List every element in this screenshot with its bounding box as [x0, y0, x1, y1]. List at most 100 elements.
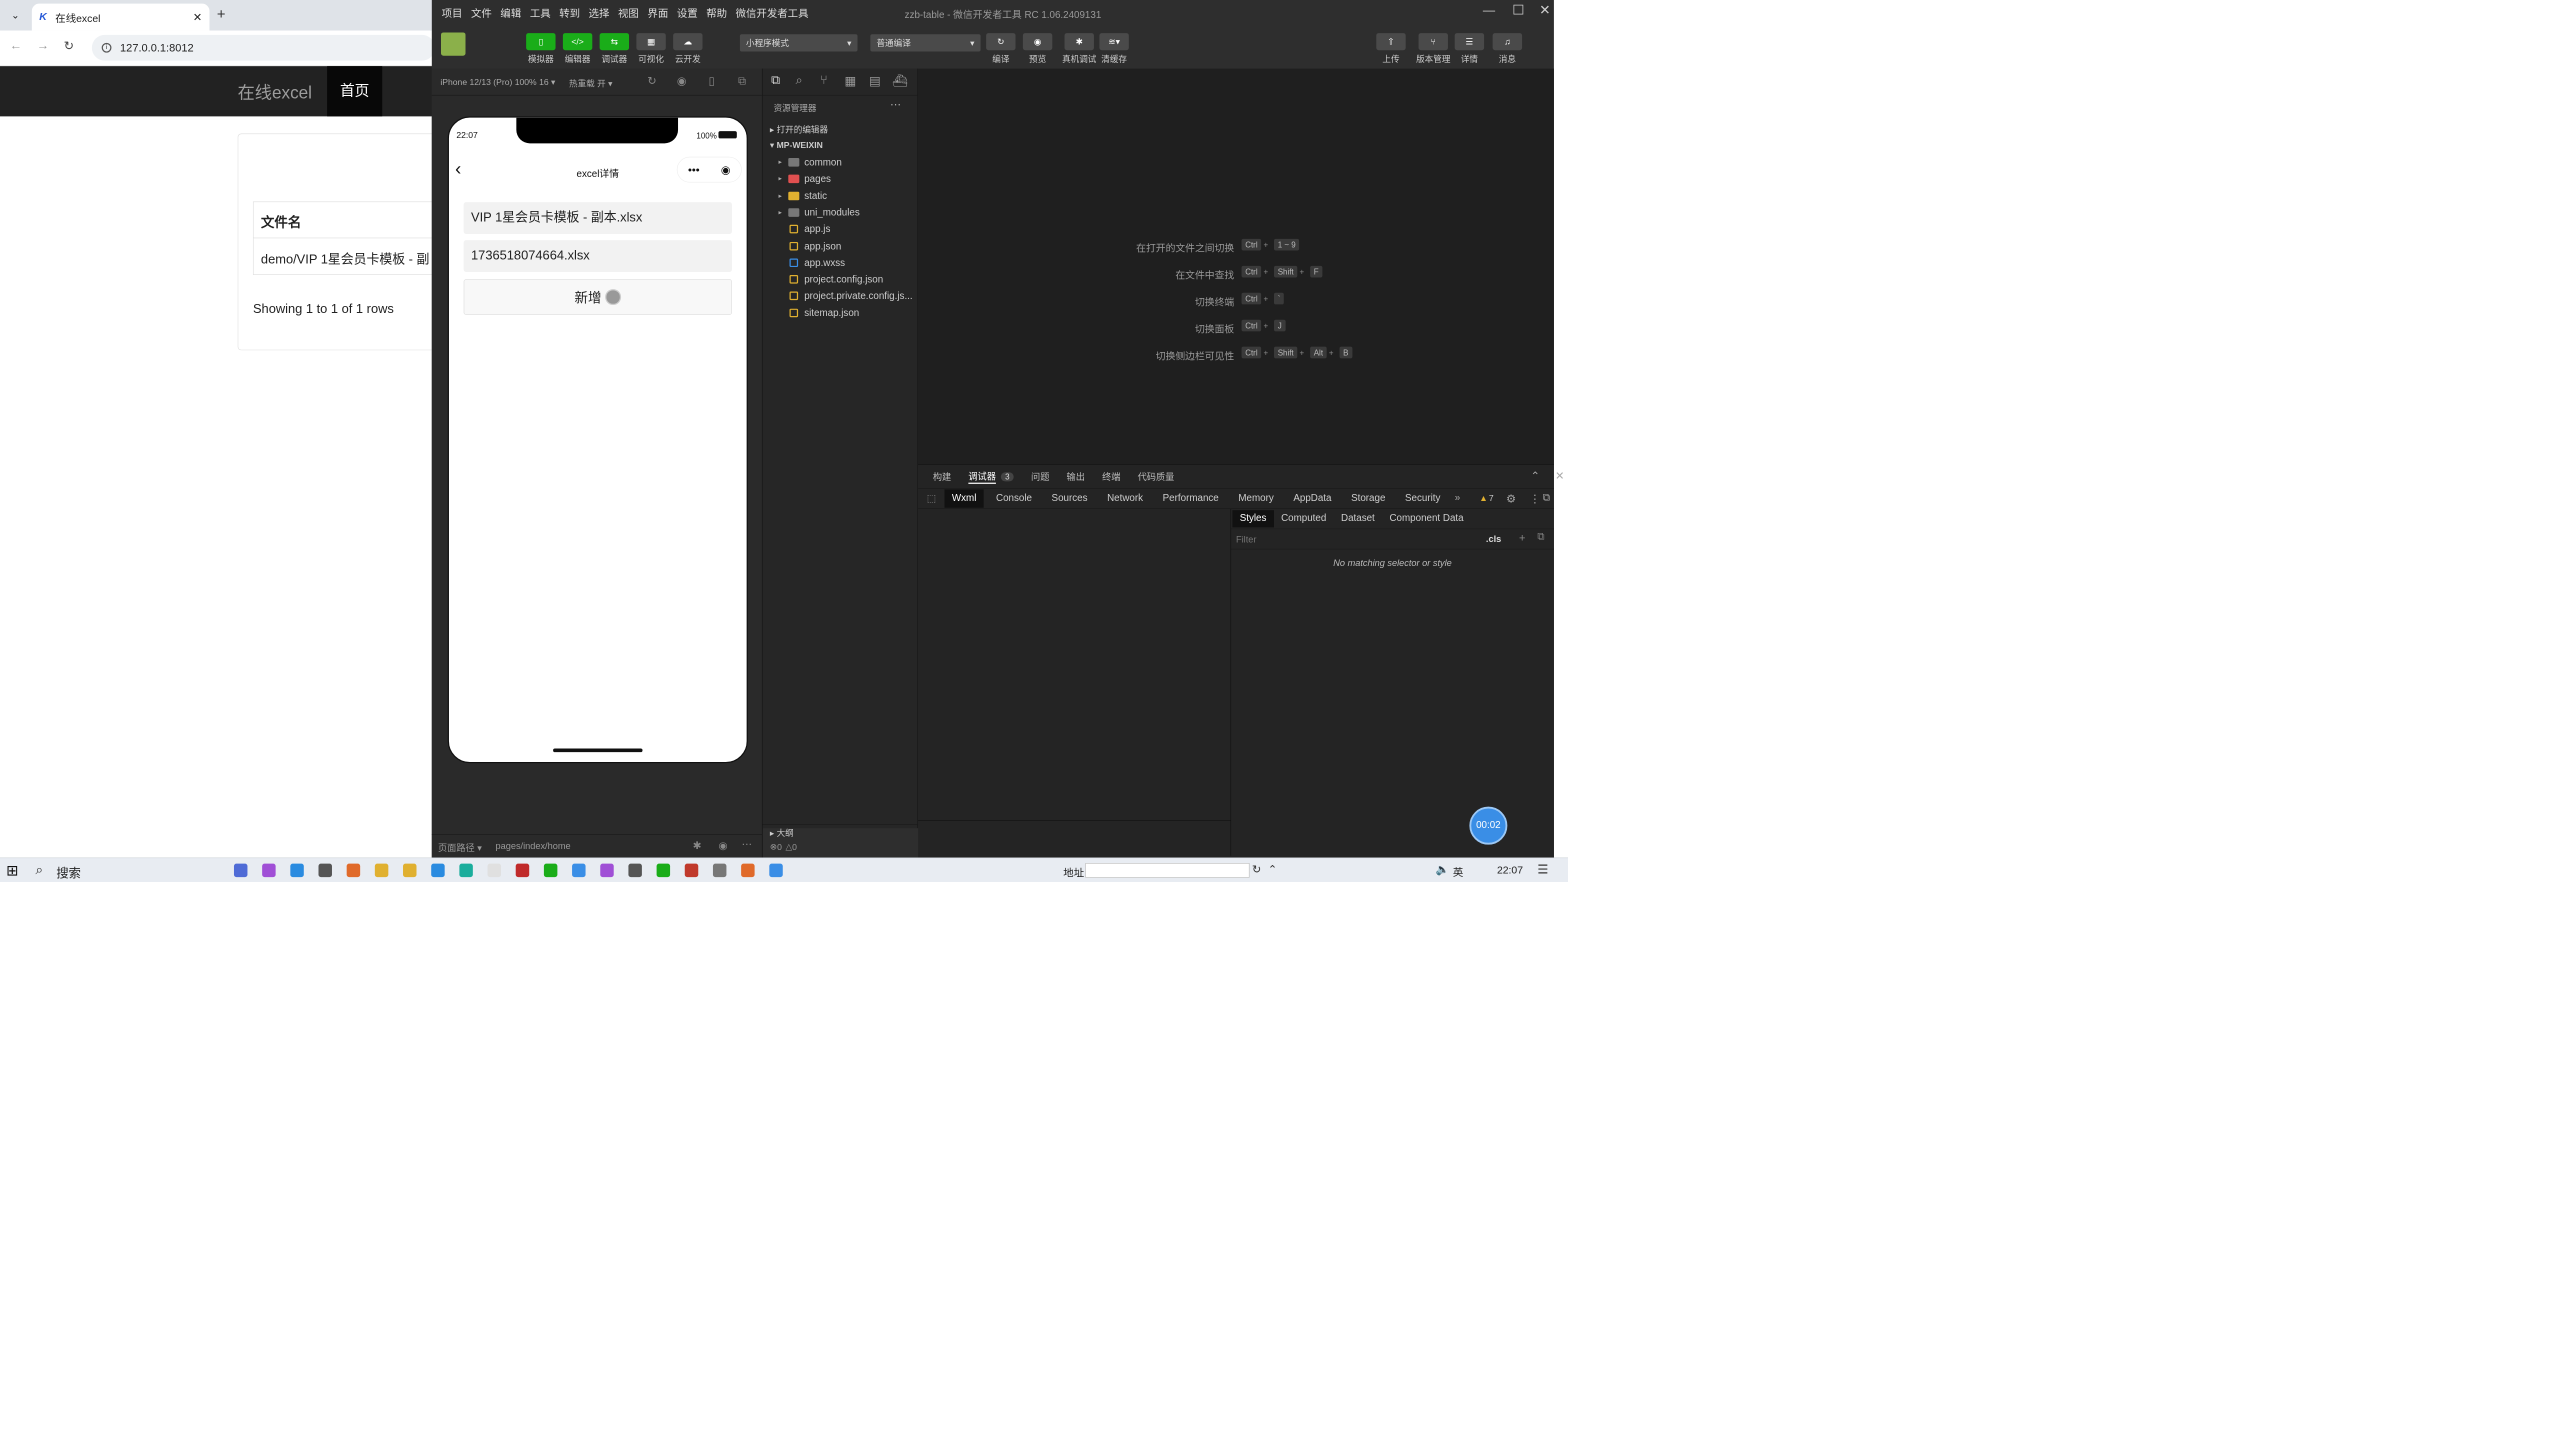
- menu-item[interactable]: 编辑: [500, 5, 521, 20]
- taskbar-app-icon[interactable]: [318, 863, 332, 878]
- debug-tab[interactable]: 问题: [1031, 470, 1049, 483]
- panel-tab[interactable]: Wxml: [944, 489, 984, 508]
- taskbar-app-icon[interactable]: [769, 863, 783, 878]
- device-select[interactable]: iPhone 12/13 (Pro) 100% 16 ▾: [440, 77, 555, 87]
- style-tab[interactable]: Styles: [1232, 510, 1274, 528]
- taskbar-app-icon[interactable]: [487, 863, 502, 878]
- taskbar-app-icon[interactable]: [403, 863, 417, 878]
- recording-timer[interactable]: 00:02: [1469, 806, 1508, 845]
- compile-button[interactable]: ↻ 编译: [985, 33, 1017, 69]
- bug-icon[interactable]: ✱: [693, 840, 702, 852]
- maximize-icon[interactable]: ☐: [1512, 2, 1524, 18]
- phone-icon[interactable]: ▯: [709, 75, 715, 88]
- taskbar-app-icon[interactable]: [346, 863, 361, 878]
- debug-tab[interactable]: 调试器: [968, 469, 996, 484]
- menu-item[interactable]: 界面: [647, 5, 668, 20]
- panel-tab[interactable]: AppData: [1286, 489, 1339, 507]
- taskbar-app-icon[interactable]: [543, 863, 558, 878]
- tree-item[interactable]: app.wxss: [763, 255, 919, 272]
- gear-icon[interactable]: ⚙: [1506, 492, 1516, 505]
- chevron-up-icon[interactable]: ⌃: [1531, 470, 1540, 483]
- table-row[interactable]: demo/VIP 1星会员卡模板 - 副: [252, 238, 442, 276]
- record-icon[interactable]: ◉: [677, 75, 687, 88]
- add-button[interactable]: 新增: [463, 279, 732, 315]
- preview-button[interactable]: ◉ 预览: [1022, 33, 1054, 69]
- taskbar-app-icon[interactable]: [572, 863, 586, 878]
- volume-icon[interactable]: 🔈: [1436, 863, 1450, 876]
- git-icon[interactable]: ⑂: [820, 74, 827, 88]
- tree-item[interactable]: sitemap.json: [763, 305, 919, 322]
- tree-item[interactable]: ▸ static: [763, 188, 919, 205]
- style-tab[interactable]: Component Data: [1382, 510, 1471, 527]
- taskbar-search-label[interactable]: 搜索: [56, 864, 80, 882]
- taskbar-app-icon[interactable]: [515, 863, 530, 878]
- menu-item[interactable]: 工具: [530, 5, 551, 20]
- search-icon[interactable]: ⌕: [796, 74, 803, 88]
- panel-tab[interactable]: Security: [1398, 489, 1448, 507]
- style-tab[interactable]: Computed: [1274, 510, 1334, 527]
- tab-list-chevron-icon[interactable]: ⌄: [6, 6, 24, 24]
- menu-item[interactable]: 转到: [559, 5, 580, 20]
- tree-item[interactable]: ▸ pages: [763, 171, 919, 188]
- debug-tab[interactable]: 输出: [1067, 470, 1085, 483]
- visual-button[interactable]: ▦ 可视化: [635, 33, 667, 69]
- details-button[interactable]: ☰ 详情: [1453, 33, 1485, 69]
- clock[interactable]: 22:07: [1497, 864, 1523, 876]
- more-icon[interactable]: ⋯: [742, 839, 752, 851]
- more-icon[interactable]: •••: [688, 163, 700, 176]
- panel-tab[interactable]: Memory: [1231, 489, 1281, 507]
- open-editors-section[interactable]: ▸ 打开的编辑器: [763, 121, 919, 137]
- editor-button[interactable]: </> 编辑器: [562, 33, 594, 69]
- tree-item[interactable]: project.private.config.js...: [763, 288, 919, 305]
- debug-tab[interactable]: 代码质量: [1138, 470, 1175, 483]
- cls-toggle[interactable]: .cls: [1486, 534, 1501, 544]
- windows-start-icon[interactable]: ⊞: [6, 862, 18, 880]
- warning-badge[interactable]: ▲ 7: [1479, 493, 1493, 503]
- mode-select[interactable]: 小程序模式 ▾: [739, 34, 858, 52]
- taskbar-app-icon[interactable]: [374, 863, 389, 878]
- address-input[interactable]: [1085, 863, 1250, 878]
- popout-icon[interactable]: ⧉: [738, 75, 746, 88]
- dock-icon[interactable]: ⧉: [1543, 492, 1550, 503]
- close-tab-icon[interactable]: ✕: [193, 11, 202, 24]
- menu-item[interactable]: 选择: [589, 5, 610, 20]
- menu-item[interactable]: 视图: [618, 5, 639, 20]
- address-bar[interactable]: i 127.0.0.1:8012: [91, 34, 435, 61]
- panel-tab[interactable]: Sources: [1044, 489, 1095, 507]
- ime-language[interactable]: 英: [1453, 864, 1463, 879]
- page-path-select[interactable]: 页面路径 ▾: [438, 841, 482, 854]
- style-tab[interactable]: Dataset: [1334, 510, 1382, 527]
- back-icon[interactable]: ←: [10, 39, 22, 53]
- debugger-button[interactable]: ⇆ 调试器: [598, 33, 630, 69]
- avatar[interactable]: [441, 32, 466, 56]
- messages-button[interactable]: ♫ 消息: [1491, 33, 1523, 69]
- upload-button[interactable]: ⇧ 上传: [1375, 33, 1407, 69]
- cloud-button[interactable]: ☁ 云开发: [672, 33, 704, 69]
- styles-filter-input[interactable]: [1233, 532, 1473, 547]
- taskbar-app-icon[interactable]: [290, 863, 304, 878]
- add-rule-icon[interactable]: +: [1519, 532, 1525, 545]
- taskbar-app-icon[interactable]: [684, 863, 699, 878]
- menu-item[interactable]: 项目: [442, 5, 463, 20]
- rotate-icon[interactable]: ↻: [647, 75, 656, 88]
- close-panel-icon[interactable]: ✕: [1555, 470, 1564, 483]
- tree-item[interactable]: app.json: [763, 238, 919, 255]
- panel-tab[interactable]: Storage: [1344, 489, 1393, 507]
- close-window-icon[interactable]: ✕: [1539, 2, 1550, 18]
- tree-item[interactable]: ▸ uni_modules: [763, 205, 919, 222]
- kebab-icon[interactable]: ⋮: [1529, 492, 1540, 505]
- site-info-icon[interactable]: i: [101, 42, 112, 53]
- notification-icon[interactable]: ☰: [1537, 862, 1548, 877]
- panel-tab[interactable]: Network: [1100, 489, 1151, 507]
- hot-reload-select[interactable]: 热重载 开 ▾: [569, 77, 612, 89]
- nav-home[interactable]: 首页: [327, 66, 383, 117]
- panel-tab[interactable]: Console: [989, 489, 1040, 507]
- search-icon[interactable]: ⌕: [36, 862, 44, 878]
- outline-section[interactable]: ▸ 大纲: [762, 824, 919, 840]
- real-device-debug-button[interactable]: ✱ 真机调试: [1058, 33, 1100, 69]
- tree-item[interactable]: ▸ common: [763, 154, 919, 171]
- chevron-up-icon[interactable]: ⌃: [1268, 863, 1277, 876]
- reload-icon[interactable]: ↻: [64, 39, 74, 54]
- more-tabs-icon[interactable]: »: [1455, 492, 1460, 503]
- menu-item[interactable]: 设置: [677, 5, 698, 20]
